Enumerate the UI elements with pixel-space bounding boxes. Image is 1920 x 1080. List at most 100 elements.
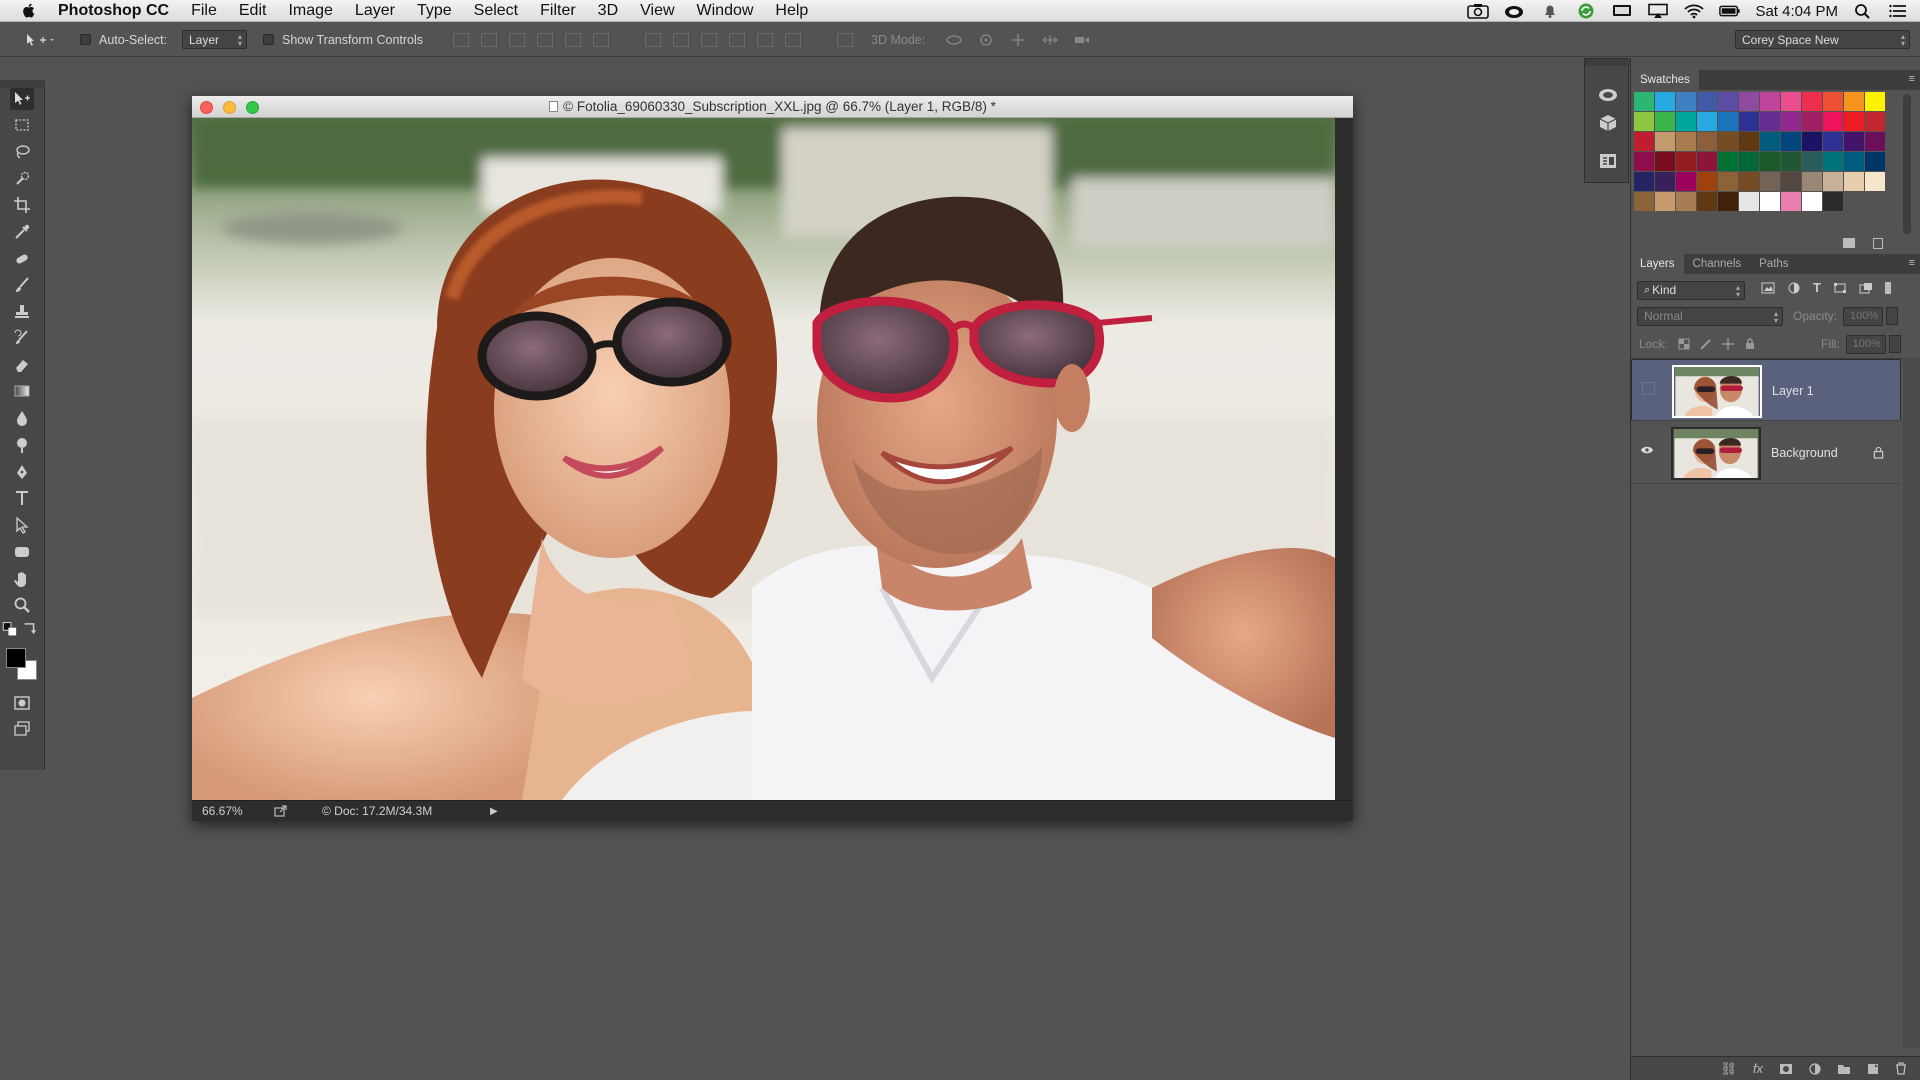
airplay-icon[interactable]: [1647, 3, 1669, 19]
swatch-68[interactable]: [1802, 192, 1822, 211]
battery-icon[interactable]: [1719, 3, 1741, 19]
swatch-52[interactable]: [1718, 172, 1738, 191]
swatch-8[interactable]: [1802, 92, 1822, 111]
layer-thumbnail[interactable]: [1672, 365, 1762, 418]
dodge-tool-icon[interactable]: [10, 434, 34, 456]
swatch-38[interactable]: [1676, 152, 1696, 171]
swatch-54[interactable]: [1760, 172, 1780, 191]
status-menu-arrow-icon[interactable]: ▶: [490, 806, 498, 817]
new-layer-icon[interactable]: [1867, 1063, 1879, 1075]
swap-colors-icon[interactable]: [22, 622, 40, 636]
swatch-61[interactable]: [1655, 192, 1675, 211]
roll-3d-icon[interactable]: [977, 33, 995, 47]
panel-menu-icon[interactable]: ≡: [1909, 73, 1915, 85]
new-swatch-icon[interactable]: [1843, 238, 1855, 248]
hand-tool-icon[interactable]: [10, 568, 34, 590]
opacity-field[interactable]: 100%: [1843, 306, 1884, 326]
swatch-20[interactable]: [1802, 112, 1822, 131]
zoom-tool-icon[interactable]: [10, 594, 34, 616]
document-titlebar[interactable]: © Fotolia_69060330_Subscription_XXL.jpg …: [192, 96, 1353, 118]
creative-cloud-icon[interactable]: [1503, 3, 1525, 19]
swatch-40[interactable]: [1718, 152, 1738, 171]
menu-image[interactable]: Image: [277, 0, 343, 22]
tab-swatches[interactable]: Swatches: [1631, 70, 1699, 90]
align-right-icon[interactable]: [593, 32, 609, 47]
apple-menu-icon[interactable]: [0, 2, 47, 19]
swatch-15[interactable]: [1697, 112, 1717, 131]
swatch-62[interactable]: [1676, 192, 1696, 211]
eye-visibility-icon[interactable]: [1637, 440, 1657, 460]
lock-position-icon[interactable]: [1721, 338, 1734, 350]
app-menu[interactable]: Photoshop CC: [47, 0, 180, 22]
filter-shape-icon[interactable]: [1833, 282, 1847, 294]
pen-tool-icon[interactable]: [10, 461, 34, 483]
new-group-icon[interactable]: [1837, 1063, 1851, 1075]
eraser-tool-icon[interactable]: [10, 354, 34, 376]
menu-view[interactable]: View: [629, 0, 685, 22]
align-vcenter-icon[interactable]: [481, 32, 497, 47]
canvas-photo[interactable]: [192, 118, 1335, 800]
distribute-left-icon[interactable]: [729, 32, 745, 47]
spotlight-search-icon[interactable]: [1852, 3, 1874, 19]
move-tool-preset-icon[interactable]: [24, 22, 54, 57]
clock-text[interactable]: Sat 4:04 PM: [1755, 3, 1838, 20]
shape-tool-icon[interactable]: [10, 541, 34, 563]
swatch-66[interactable]: [1760, 192, 1780, 211]
swatch-28[interactable]: [1718, 132, 1738, 151]
swatch-56[interactable]: [1802, 172, 1822, 191]
swatch-6[interactable]: [1760, 92, 1780, 111]
tab-layers[interactable]: Layers: [1631, 254, 1684, 274]
notification-center-icon[interactable]: [1888, 3, 1910, 19]
history-brush-tool-icon[interactable]: [10, 327, 34, 349]
swatch-23[interactable]: [1865, 112, 1885, 131]
swatch-0[interactable]: [1634, 92, 1654, 111]
lasso-tool-icon[interactable]: [10, 141, 34, 163]
menu-file[interactable]: File: [180, 0, 228, 22]
scale-3d-icon[interactable]: [1073, 33, 1091, 47]
fill-slider-arrow-icon[interactable]: [1888, 335, 1901, 353]
path-select-tool-icon[interactable]: [10, 514, 34, 536]
marquee-tool-icon[interactable]: [10, 114, 34, 136]
auto-align-icon[interactable]: [837, 22, 853, 57]
minimize-window-button[interactable]: [223, 101, 236, 114]
lock-pixels-icon[interactable]: [1699, 338, 1712, 350]
swatch-69[interactable]: [1823, 192, 1843, 211]
swatch-18[interactable]: [1760, 112, 1780, 131]
swatch-64[interactable]: [1718, 192, 1738, 211]
swatch-5[interactable]: [1739, 92, 1759, 111]
layer-name[interactable]: Layer 1: [1772, 360, 1814, 422]
swatch-59[interactable]: [1865, 172, 1885, 191]
swatch-33[interactable]: [1823, 132, 1843, 151]
quick-mask-icon[interactable]: [10, 692, 34, 714]
brush-tool-icon[interactable]: [10, 274, 34, 296]
swatch-3[interactable]: [1697, 92, 1717, 111]
swatch-32[interactable]: [1802, 132, 1822, 151]
notification-bell-icon[interactable]: [1539, 3, 1561, 19]
export-icon[interactable]: [274, 805, 288, 817]
properties-panel-icon[interactable]: [1597, 151, 1619, 171]
swatch-58[interactable]: [1844, 172, 1864, 191]
filter-pixel-icon[interactable]: [1761, 282, 1775, 294]
swatch-43[interactable]: [1781, 152, 1801, 171]
swatch-35[interactable]: [1865, 132, 1885, 151]
tab-channels[interactable]: Channels: [1684, 254, 1751, 274]
swatch-55[interactable]: [1781, 172, 1801, 191]
swatch-53[interactable]: [1739, 172, 1759, 191]
swatch-16[interactable]: [1718, 112, 1738, 131]
swatch-17[interactable]: [1739, 112, 1759, 131]
menu-edit[interactable]: Edit: [228, 0, 278, 22]
sync-icon[interactable]: [1575, 3, 1597, 19]
swatch-27[interactable]: [1697, 132, 1717, 151]
auto-select-checkbox[interactable]: [80, 22, 98, 57]
gradient-tool-icon[interactable]: [10, 380, 34, 402]
libraries-panel-icon[interactable]: [1597, 85, 1619, 105]
swatch-2[interactable]: [1676, 92, 1696, 111]
menu-type[interactable]: Type: [406, 0, 463, 22]
default-colors-icon[interactable]: [2, 622, 20, 636]
swatch-46[interactable]: [1844, 152, 1864, 171]
distribute-right-icon[interactable]: [785, 32, 801, 47]
swatch-21[interactable]: [1823, 112, 1843, 131]
swatch-67[interactable]: [1781, 192, 1801, 211]
swatch-63[interactable]: [1697, 192, 1717, 211]
lock-all-icon[interactable]: [1744, 338, 1756, 350]
